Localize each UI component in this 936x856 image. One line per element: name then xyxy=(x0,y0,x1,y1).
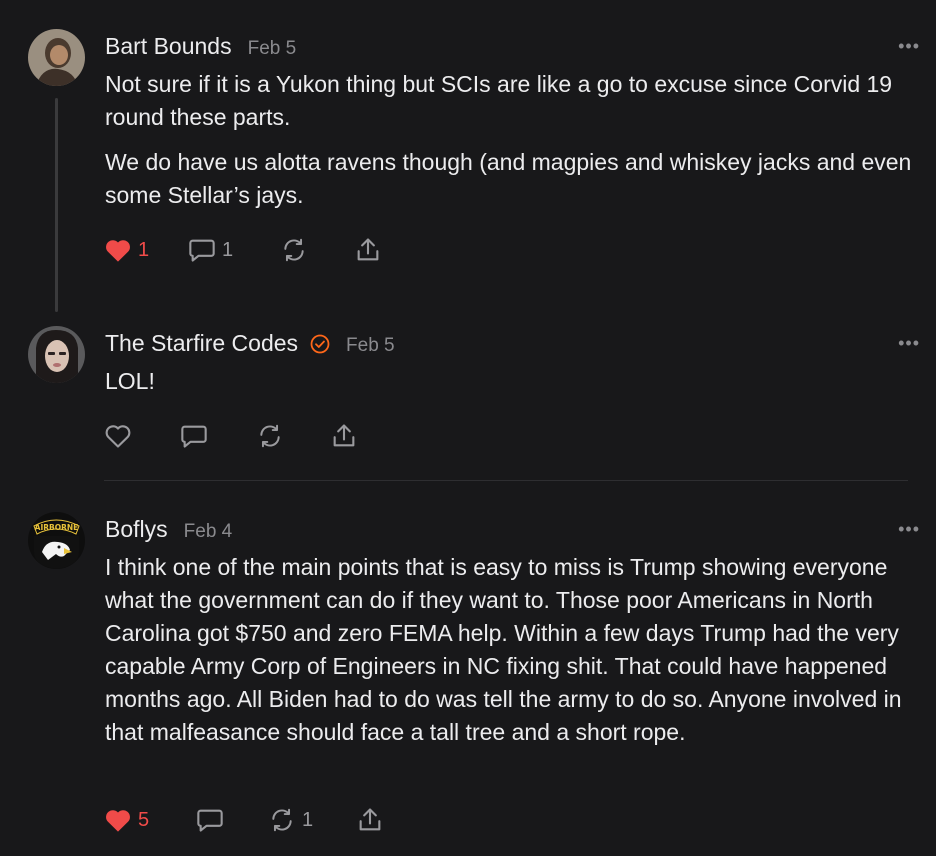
author-name[interactable]: The Starfire Codes xyxy=(105,330,298,357)
share-button[interactable] xyxy=(356,806,384,834)
restack-icon xyxy=(268,807,296,833)
reply-button[interactable] xyxy=(180,423,256,449)
heart-icon xyxy=(104,237,132,263)
comment-date[interactable]: Feb 5 xyxy=(346,335,395,357)
thread-line xyxy=(55,98,58,312)
reply-count: 1 xyxy=(222,238,234,261)
comment-paragraph: Not sure if it is a Yukon thing but SCIs… xyxy=(105,71,893,130)
like-button[interactable] xyxy=(104,423,180,449)
share-icon xyxy=(356,806,384,834)
share-icon xyxy=(354,236,382,264)
share-icon xyxy=(330,422,358,450)
share-button[interactable] xyxy=(330,422,358,450)
restack-icon xyxy=(256,423,284,449)
comment-actions: 1 1 xyxy=(104,236,382,264)
comment-date[interactable]: Feb 5 xyxy=(248,38,297,60)
comment-date[interactable]: Feb 4 xyxy=(184,521,233,543)
heart-icon xyxy=(104,423,132,449)
comment-paragraph: LOL! xyxy=(105,368,155,394)
reply-button[interactable]: 1 xyxy=(188,237,280,263)
comment-icon xyxy=(188,237,216,263)
verified-icon xyxy=(310,334,330,354)
comment-icon xyxy=(196,807,224,833)
like-count: 1 xyxy=(138,238,150,261)
comment-body: I think one of the main points that is e… xyxy=(105,551,915,761)
comment-icon xyxy=(180,423,208,449)
more-icon[interactable]: ••• xyxy=(898,519,920,540)
more-icon[interactable]: ••• xyxy=(898,36,920,57)
comment-actions: 5 1 xyxy=(104,806,384,834)
like-count: 5 xyxy=(138,808,150,831)
comment-body: LOL! xyxy=(105,365,915,410)
like-button[interactable]: 5 xyxy=(104,807,196,833)
author-name[interactable]: Boflys xyxy=(105,516,168,543)
restack-button[interactable]: 1 xyxy=(268,807,356,833)
share-button[interactable] xyxy=(354,236,382,264)
avatar[interactable] xyxy=(28,29,85,86)
comment-paragraph: I think one of the main points that is e… xyxy=(105,554,902,745)
reply-button[interactable] xyxy=(196,807,268,833)
heart-icon xyxy=(104,807,132,833)
restack-icon xyxy=(280,237,308,263)
author-name[interactable]: Bart Bounds xyxy=(105,33,232,60)
more-icon[interactable]: ••• xyxy=(898,333,920,354)
comment-paragraph: We do have us alotta ravens though (and … xyxy=(105,149,912,208)
avatar[interactable] xyxy=(28,326,85,383)
like-button[interactable]: 1 xyxy=(104,237,188,263)
comment-actions xyxy=(104,422,358,450)
restack-count: 1 xyxy=(302,808,314,831)
avatar[interactable]: AIRBORNE xyxy=(28,512,85,569)
comment-body: Not sure if it is a Yukon thing but SCIs… xyxy=(105,68,915,224)
restack-button[interactable] xyxy=(256,423,330,449)
avatar-text: AIRBORNE xyxy=(35,523,79,532)
restack-button[interactable] xyxy=(280,237,354,263)
comment-divider xyxy=(104,480,908,481)
